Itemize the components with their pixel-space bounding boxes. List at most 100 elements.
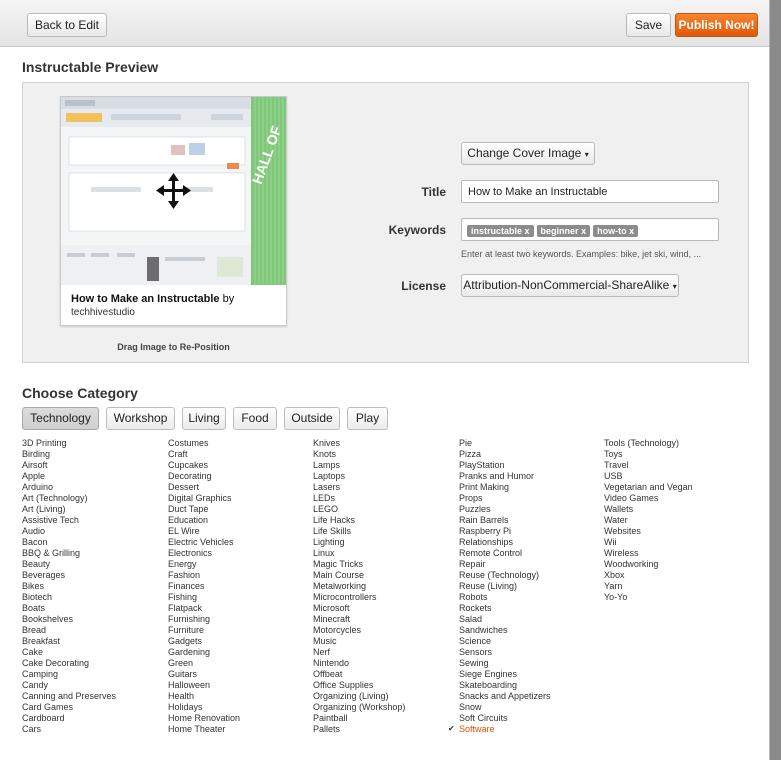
category-item[interactable]: Cake (22, 647, 116, 658)
category-item[interactable]: Music (313, 636, 405, 647)
category-item[interactable]: Pallets (313, 724, 405, 735)
category-item[interactable]: Health (168, 691, 240, 702)
category-item[interactable]: Camping (22, 669, 116, 680)
category-item[interactable]: Flatpack (168, 603, 240, 614)
category-item[interactable]: Tools (Technology) (604, 438, 693, 449)
category-item[interactable]: Sewing (459, 658, 551, 669)
keyword-tag[interactable]: beginner x (536, 225, 591, 237)
category-item[interactable]: USB (604, 471, 693, 482)
category-item[interactable]: Gardening (168, 647, 240, 658)
category-item[interactable]: Card Games (22, 702, 116, 713)
category-item[interactable]: Soft Circuits (459, 713, 551, 724)
category-item[interactable]: Pizza (459, 449, 551, 460)
category-item[interactable]: Fashion (168, 570, 240, 581)
category-item[interactable]: Motorcycles (313, 625, 405, 636)
category-item[interactable]: LEDs (313, 493, 405, 504)
category-item[interactable]: Organizing (Workshop) (313, 702, 405, 713)
category-item[interactable]: Gadgets (168, 636, 240, 647)
category-item[interactable]: Minecraft (313, 614, 405, 625)
category-item[interactable]: Salad (459, 614, 551, 625)
category-item[interactable]: Education (168, 515, 240, 526)
category-item[interactable]: Costumes (168, 438, 240, 449)
category-item[interactable]: Snacks and Appetizers (459, 691, 551, 702)
category-item[interactable]: Rockets (459, 603, 551, 614)
category-item[interactable]: Reuse (Living) (459, 581, 551, 592)
category-item[interactable]: Reuse (Technology) (459, 570, 551, 581)
category-item[interactable]: Woodworking (604, 559, 693, 570)
category-item[interactable]: Birding (22, 449, 116, 460)
category-item[interactable]: Beverages (22, 570, 116, 581)
category-item[interactable]: Magic Tricks (313, 559, 405, 570)
tab-living[interactable]: Living (182, 407, 226, 430)
category-item[interactable]: BBQ & Grilling (22, 548, 116, 559)
category-item[interactable]: Boats (22, 603, 116, 614)
category-item[interactable]: Websites (604, 526, 693, 537)
category-item[interactable]: Linux (313, 548, 405, 559)
category-item[interactable]: PlayStation (459, 460, 551, 471)
category-item[interactable]: Furniture (168, 625, 240, 636)
category-item[interactable]: Snow (459, 702, 551, 713)
category-item[interactable]: Apple (22, 471, 116, 482)
category-item[interactable]: Offbeat (313, 669, 405, 680)
remove-tag-icon[interactable]: x (629, 226, 634, 236)
category-item[interactable]: Bookshelves (22, 614, 116, 625)
category-item[interactable]: Props (459, 493, 551, 504)
title-input[interactable]: How to Make an Instructable (461, 180, 719, 203)
category-item[interactable]: Wii (604, 537, 693, 548)
category-item[interactable]: Electronics (168, 548, 240, 559)
category-item[interactable]: Decorating (168, 471, 240, 482)
category-item[interactable]: Print Making (459, 482, 551, 493)
category-item[interactable]: Bacon (22, 537, 116, 548)
category-item[interactable]: Office Supplies (313, 680, 405, 691)
category-item[interactable]: Energy (168, 559, 240, 570)
category-item[interactable]: Microsoft (313, 603, 405, 614)
category-item[interactable]: Biotech (22, 592, 116, 603)
back-to-edit-button[interactable]: Back to Edit (27, 13, 107, 37)
keywords-input[interactable]: instructable x beginner x how-to x (461, 218, 719, 241)
category-item[interactable]: Cars (22, 724, 116, 735)
tab-play[interactable]: Play (347, 407, 388, 430)
category-item[interactable]: Yarn (604, 581, 693, 592)
category-item[interactable]: Audio (22, 526, 116, 537)
category-item[interactable]: Craft (168, 449, 240, 460)
tab-technology[interactable]: Technology (22, 407, 99, 430)
category-item[interactable]: Cupcakes (168, 460, 240, 471)
category-item[interactable]: Life Skills (313, 526, 405, 537)
category-item[interactable]: Nerf (313, 647, 405, 658)
remove-tag-icon[interactable]: x (581, 226, 586, 236)
category-item[interactable]: Robots (459, 592, 551, 603)
cover-card[interactable]: HALL OF How to Make an Instructable by t… (60, 96, 287, 326)
category-item[interactable]: Pranks and Humor (459, 471, 551, 482)
category-item[interactable]: Knots (313, 449, 405, 460)
category-item[interactable]: Lamps (313, 460, 405, 471)
license-select[interactable]: Attribution-NonCommercial-ShareAlike ▾ (461, 274, 679, 297)
category-item[interactable]: Paintball (313, 713, 405, 724)
category-item[interactable]: Software (459, 724, 551, 735)
save-button[interactable]: Save (626, 13, 671, 37)
category-item[interactable]: Cake Decorating (22, 658, 116, 669)
category-item[interactable]: Main Course (313, 570, 405, 581)
category-item[interactable]: Guitars (168, 669, 240, 680)
category-item[interactable]: Airsoft (22, 460, 116, 471)
category-item[interactable]: Cardboard (22, 713, 116, 724)
category-item[interactable]: Microcontrollers (313, 592, 405, 603)
publish-now-button[interactable]: Publish Now! (675, 13, 758, 37)
keyword-tag[interactable]: instructable x (467, 225, 534, 237)
category-item[interactable]: Nintendo (313, 658, 405, 669)
remove-tag-icon[interactable]: x (525, 226, 530, 236)
category-item[interactable]: Vegetarian and Vegan (604, 482, 693, 493)
category-item[interactable]: Sandwiches (459, 625, 551, 636)
category-item[interactable]: Assistive Tech (22, 515, 116, 526)
category-item[interactable]: Home Theater (168, 724, 240, 735)
category-item[interactable]: Bread (22, 625, 116, 636)
category-item[interactable]: Organizing (Living) (313, 691, 405, 702)
category-item[interactable]: Holidays (168, 702, 240, 713)
category-item[interactable]: Toys (604, 449, 693, 460)
category-item[interactable]: Science (459, 636, 551, 647)
category-item[interactable]: Finances (168, 581, 240, 592)
category-item[interactable]: Puzzles (459, 504, 551, 515)
category-item[interactable]: Dessert (168, 482, 240, 493)
category-item[interactable]: Siege Engines (459, 669, 551, 680)
category-item[interactable]: Breakfast (22, 636, 116, 647)
category-item[interactable]: Art (Living) (22, 504, 116, 515)
